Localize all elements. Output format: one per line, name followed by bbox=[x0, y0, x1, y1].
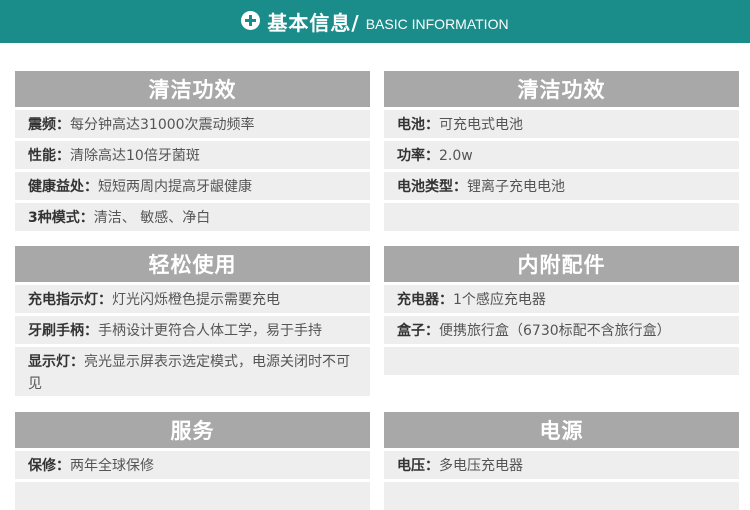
card-title: 内附配件 bbox=[384, 246, 739, 282]
spec-row: 震频：每分钟高达31000次震动频率 bbox=[15, 110, 370, 138]
card-title: 清洁功效 bbox=[384, 71, 739, 107]
spec-key: 功率： bbox=[397, 148, 439, 164]
spec-key: 显示灯： bbox=[28, 354, 84, 370]
spec-row-empty bbox=[384, 482, 739, 510]
spec-row: 电压：多电压充电器 bbox=[384, 451, 739, 479]
spec-value: 清洁、 敏感、净白 bbox=[93, 210, 211, 226]
spec-value: 每分钟高达31000次震动频率 bbox=[70, 117, 255, 133]
card-title: 服务 bbox=[15, 412, 370, 448]
spec-row: 功率：2.0w bbox=[384, 141, 739, 169]
spec-row: 电池类型：锂离子充电电池 bbox=[384, 172, 739, 200]
banner-title-cn: 基本信息/ bbox=[267, 11, 360, 35]
card-title: 轻松使用 bbox=[15, 246, 370, 282]
spec-row: 充电器：1个感应充电器 bbox=[384, 285, 739, 313]
spec-row: 电池：可充电式电池 bbox=[384, 110, 739, 138]
spec-value: 2.0w bbox=[439, 148, 473, 164]
spec-key: 3种模式： bbox=[28, 210, 94, 226]
spec-key: 电压： bbox=[397, 458, 439, 474]
spec-value: 灯光闪烁橙色提示需要充电 bbox=[112, 292, 280, 308]
spec-row-empty bbox=[384, 347, 739, 375]
spec-key: 健康益处： bbox=[28, 179, 98, 195]
plus-circle-icon bbox=[241, 11, 261, 30]
spec-key: 性能： bbox=[28, 148, 70, 164]
spec-row-empty bbox=[15, 482, 370, 510]
spec-key: 牙刷手柄： bbox=[28, 323, 98, 339]
card-service: 服务 保修：两年全球保修 bbox=[15, 412, 370, 510]
card-battery: 清洁功效 电池：可充电式电池 功率：2.0w 电池类型：锂离子充电电池 bbox=[384, 71, 739, 231]
spec-value: 锂离子充电电池 bbox=[467, 179, 565, 195]
spec-row: 显示灯：亮光显示屏表示选定模式，电源关闭时不可见 bbox=[15, 347, 370, 396]
spec-key: 盒子： bbox=[397, 323, 439, 339]
spec-value: 清除高达10倍牙菌斑 bbox=[70, 148, 200, 164]
spec-key: 电池： bbox=[397, 117, 439, 133]
banner-title-en: BASIC INFORMATION bbox=[365, 15, 509, 32]
card-clean-effect: 清洁功效 震频：每分钟高达31000次震动频率 性能：清除高达10倍牙菌斑 健康… bbox=[15, 71, 370, 231]
spec-key: 保修： bbox=[28, 458, 70, 474]
spec-value: 便携旅行盒（6730标配不含旅行盒） bbox=[439, 323, 671, 339]
spec-row: 盒子：便携旅行盒（6730标配不含旅行盒） bbox=[384, 316, 739, 344]
spec-row: 3种模式：清洁、 敏感、净白 bbox=[15, 203, 370, 231]
spec-value: 手柄设计更符合人体工学，易于手持 bbox=[98, 323, 322, 339]
card-accessories: 内附配件 充电器：1个感应充电器 盒子：便携旅行盒（6730标配不含旅行盒） bbox=[384, 246, 739, 375]
spec-row: 性能：清除高达10倍牙菌斑 bbox=[15, 141, 370, 169]
spec-row-empty bbox=[384, 203, 739, 231]
spec-key: 充电指示灯： bbox=[28, 292, 112, 308]
spec-key: 震频： bbox=[28, 117, 70, 133]
spec-value: 短短两周内提高牙龈健康 bbox=[98, 179, 252, 195]
spec-row: 健康益处：短短两周内提高牙龈健康 bbox=[15, 172, 370, 200]
spec-row: 充电指示灯：灯光闪烁橙色提示需要充电 bbox=[15, 285, 370, 313]
spec-value: 1个感应充电器 bbox=[453, 292, 546, 308]
card-title: 清洁功效 bbox=[15, 71, 370, 107]
spec-value: 两年全球保修 bbox=[70, 458, 154, 474]
spec-key: 充电器： bbox=[397, 292, 453, 308]
spec-key: 电池类型： bbox=[397, 179, 467, 195]
spec-value: 可充电式电池 bbox=[439, 117, 523, 133]
card-power: 电源 电压：多电压充电器 bbox=[384, 412, 739, 510]
card-title: 电源 bbox=[384, 412, 739, 448]
section-banner: 基本信息/ BASIC INFORMATION bbox=[0, 0, 750, 43]
spec-value: 多电压充电器 bbox=[439, 458, 523, 474]
spec-row: 牙刷手柄：手柄设计更符合人体工学，易于手持 bbox=[15, 316, 370, 344]
spec-row: 保修：两年全球保修 bbox=[15, 451, 370, 479]
card-easy-use: 轻松使用 充电指示灯：灯光闪烁橙色提示需要充电 牙刷手柄：手柄设计更符合人体工学… bbox=[15, 246, 370, 396]
